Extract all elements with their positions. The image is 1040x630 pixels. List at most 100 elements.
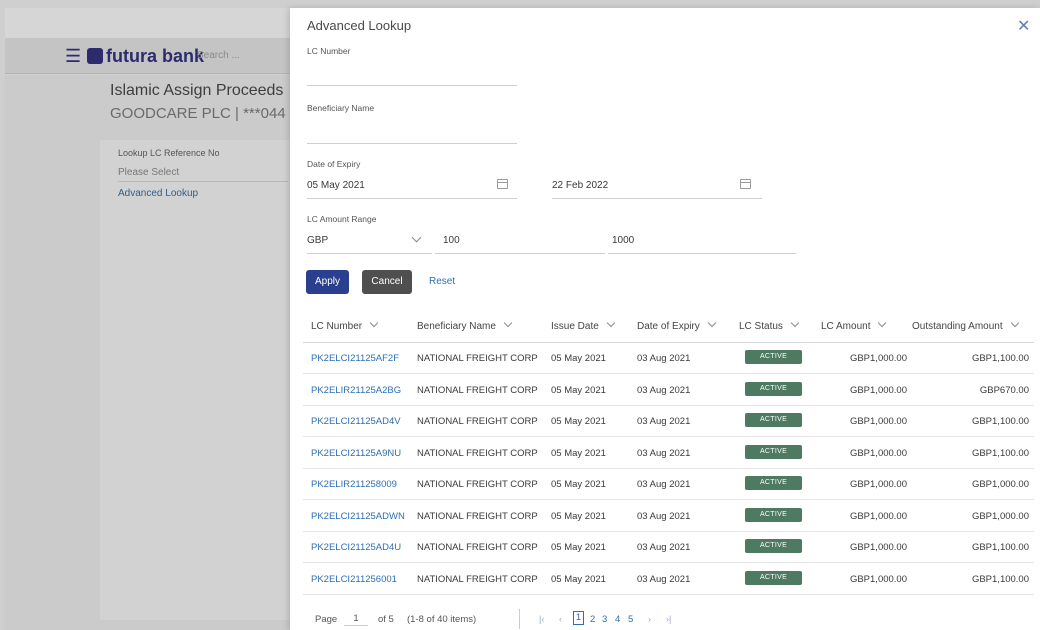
modal-title: Advanced Lookup [307, 18, 412, 33]
header-label: Outstanding Amount [912, 321, 1003, 332]
expiry-to-input[interactable]: 22 Feb 2022 [552, 180, 608, 191]
hamburger-menu-icon[interactable]: ☰ [65, 47, 81, 65]
status-badge: ACTIVE [745, 444, 802, 459]
table-row: PK2ELIR21125A2BG NATIONAL FREIGHT CORP 05 … [303, 375, 1034, 406]
calendar-icon[interactable] [740, 179, 751, 189]
expiry-date-cell: 03 Aug 2021 [637, 416, 691, 427]
beneficiary-name-cell: NATIONAL FREIGHT CORP [417, 573, 538, 585]
status-badge: ACTIVE [745, 350, 802, 364]
search-input[interactable]: Search ... [197, 50, 240, 61]
calendar-icon[interactable] [497, 179, 508, 189]
header-outstanding-amount[interactable]: Outstanding Amount [912, 318, 1019, 332]
beneficiary-name-cell: NATIONAL FREIGHT CORP [417, 416, 538, 427]
expiry-date-cell: 03 Aug 2021 [637, 384, 691, 396]
beneficiary-name-cell: NATIONAL FREIGHT CORP [417, 447, 538, 459]
lookup-select-underline [118, 181, 288, 182]
header-date-of-expiry[interactable]: Date of Expiry [637, 318, 717, 332]
table-row: PK2ELCI21125AD4V NATIONAL FREIGHT CORP 05 … [303, 406, 1034, 437]
last-page-icon[interactable]: ›| [666, 614, 671, 624]
lc-amount-cell: GBP1,000.00 [849, 353, 907, 364]
beneficiary-name-cell: NATIONAL FREIGHT CORP [417, 353, 538, 364]
beneficiary-name-label: Beneficiary Name [307, 103, 375, 113]
page-link-4[interactable]: 4 [615, 614, 620, 625]
lc-amount-cell: GBP1,000.00 [849, 384, 907, 396]
page-subtitle: GOODCARE PLC | ***044 [110, 105, 286, 122]
amount-from-underline [435, 253, 605, 254]
page-title: Islamic Assign Proceeds [110, 82, 284, 99]
outstanding-amount-cell: GBP1,000.00 [971, 479, 1029, 490]
page-number-input[interactable]: 1 [344, 612, 368, 626]
previous-page-icon[interactable]: ‹ [559, 614, 562, 624]
outstanding-amount-cell: GBP1,100.00 [971, 542, 1029, 553]
lc-number-link[interactable]: PK2ELIR211258009 [311, 479, 397, 490]
advanced-lookup-link[interactable]: Advanced Lookup [118, 188, 198, 199]
lookup-lc-select[interactable]: Please Select [118, 167, 179, 178]
page-link-2[interactable]: 2 [590, 614, 595, 625]
table-row: PK2ELCI21125AD4U NATIONAL FREIGHT CORP 05 … [303, 532, 1034, 563]
status-badge: ACTIVE [745, 539, 802, 553]
page-link-3[interactable]: 3 [602, 614, 607, 625]
pagination-divider [519, 609, 520, 629]
currency-select[interactable]: GBP [307, 235, 328, 246]
apply-button[interactable]: Apply [306, 270, 349, 294]
chevron-down-icon [503, 318, 513, 328]
header-label: LC Number [311, 321, 363, 332]
lookup-lc-label: Lookup LC Reference No [118, 148, 220, 158]
lc-number-link[interactable]: PK2ELCI21125A9NU [311, 448, 401, 459]
issue-date-cell: 05 May 2021 [551, 573, 606, 585]
header-beneficiary-name[interactable]: Beneficiary Name [417, 318, 513, 332]
expiry-date-cell: 03 Aug 2021 [637, 447, 691, 459]
header-lc-amount[interactable]: LC Amount [821, 318, 887, 332]
outstanding-amount-cell: GBP1,100.00 [971, 416, 1029, 427]
issue-date-cell: 05 May 2021 [551, 510, 606, 522]
amount-from-input[interactable]: 100 [443, 235, 460, 246]
lc-number-link[interactable]: PK2ELCI21125AD4V [311, 416, 401, 427]
status-badge: ACTIVE [745, 476, 802, 490]
lookup-card [100, 140, 290, 620]
outstanding-amount-cell: GBP1,100.00 [971, 353, 1029, 364]
lc-number-link[interactable]: PK2ELCI21125ADWN [311, 511, 405, 522]
status-badge: ACTIVE [745, 413, 802, 427]
beneficiary-underline [307, 143, 517, 144]
header-issue-date[interactable]: Issue Date [551, 318, 616, 332]
page-link-1[interactable]: 1 [573, 611, 584, 625]
status-badge: ACTIVE [745, 570, 802, 585]
expiry-to-underline [552, 198, 762, 199]
reset-button[interactable]: Reset [429, 276, 455, 287]
date-of-expiry-label: Date of Expiry [307, 159, 361, 169]
brand-name: futura bank [106, 46, 205, 66]
chevron-down-icon [369, 318, 379, 328]
next-page-icon[interactable]: › [648, 614, 651, 624]
lc-amount-cell: GBP1,000.00 [849, 510, 907, 522]
expiry-date-cell: 03 Aug 2021 [637, 479, 691, 490]
outstanding-amount-cell: GBP1,100.00 [971, 573, 1029, 585]
chevron-down-icon[interactable] [411, 232, 422, 243]
currency-underline [307, 253, 432, 254]
issue-date-cell: 05 May 2021 [551, 384, 606, 396]
brand-logo-icon [87, 48, 103, 64]
table-row: PK2ELCI21125ADWN NATIONAL FREIGHT CORP 05 … [303, 501, 1034, 532]
beneficiary-name-cell: NATIONAL FREIGHT CORP [417, 479, 538, 490]
header-lc-status[interactable]: LC Status [739, 318, 800, 332]
expiry-from-input[interactable]: 05 May 2021 [307, 180, 365, 191]
brand-logo[interactable]: futura bank [87, 46, 204, 67]
lc-number-link[interactable]: PK2ELCI21125AF2F [311, 353, 399, 364]
lc-amount-cell: GBP1,000.00 [849, 447, 907, 459]
header-label: Date of Expiry [637, 321, 700, 332]
lc-number-link[interactable]: PK2ELCI211256001 [311, 574, 397, 585]
lc-number-label: LC Number [307, 46, 351, 56]
header-label: LC Status [739, 321, 783, 332]
close-icon[interactable]: ✕ [1017, 16, 1030, 36]
first-page-icon[interactable]: |‹ [539, 614, 544, 624]
lc-number-link[interactable]: PK2ELIR21125A2BG [311, 385, 401, 396]
chevron-down-icon [1010, 318, 1019, 328]
amount-to-input[interactable]: 1000 [612, 235, 634, 246]
header-lc-number[interactable]: LC Number [311, 318, 379, 332]
cancel-button[interactable]: Cancel [362, 270, 412, 294]
items-info: (1-8 of 40 items) [407, 614, 477, 625]
advanced-lookup-modal: Advanced Lookup ✕ LC Number Beneficiary … [290, 8, 1040, 630]
lc-number-link[interactable]: PK2ELCI21125AD4U [311, 542, 401, 553]
lc-amount-cell: GBP1,000.00 [849, 479, 907, 490]
header-label: LC Amount [821, 321, 871, 332]
page-link-5[interactable]: 5 [628, 614, 633, 625]
